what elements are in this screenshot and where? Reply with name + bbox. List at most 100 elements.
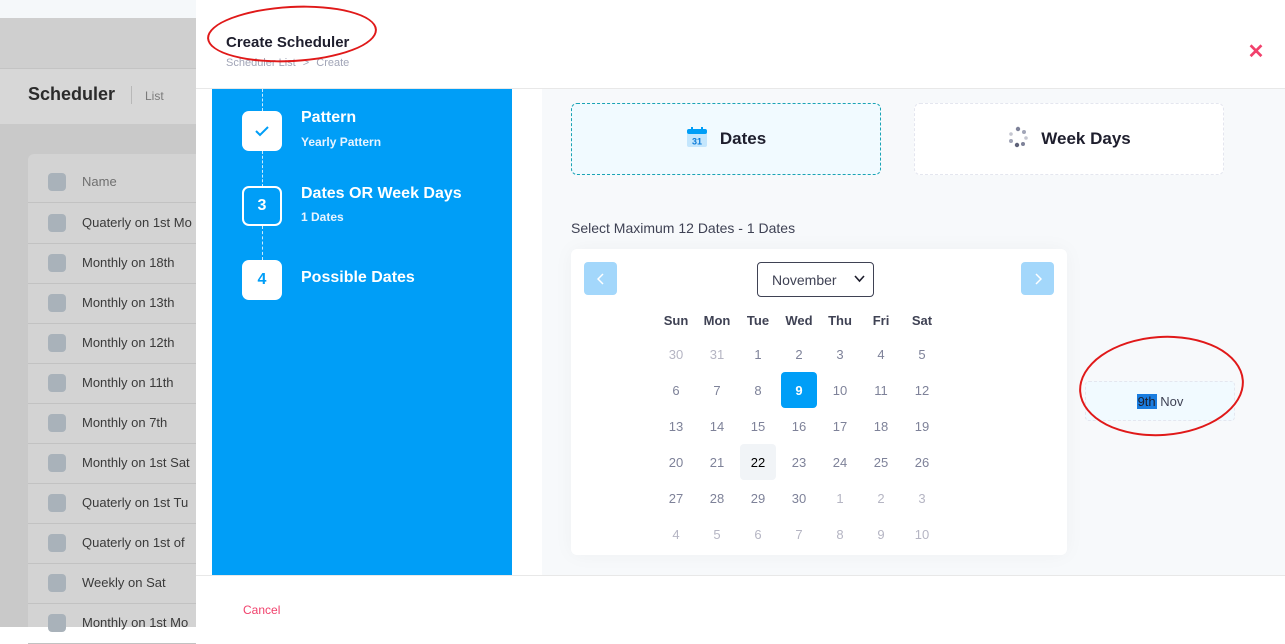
table-header-name: Name [82, 174, 117, 189]
row-checkbox [48, 494, 66, 512]
row-name: Quaterly on 1st Mo [82, 215, 192, 230]
background-topbar [0, 18, 196, 68]
row-name: Quaterly on 1st of [82, 535, 185, 550]
close-icon[interactable]: ✕ [1246, 42, 1266, 62]
calendar-day[interactable]: 30 [658, 336, 694, 372]
row-name: Monthly on 18th [82, 255, 175, 270]
calendar-day[interactable]: 17 [822, 408, 858, 444]
calendar-day[interactable]: 4 [863, 336, 899, 372]
calendar-day[interactable]: 2 [863, 480, 899, 516]
step-1-subtitle: Yearly Pattern [301, 135, 382, 149]
select-max-dates-label: Select Maximum 12 Dates - 1 Dates [571, 220, 796, 236]
calendar-day[interactable]: 16 [781, 408, 817, 444]
calendar-day-selected[interactable]: 9 [781, 372, 817, 408]
calendar-day[interactable]: 19 [904, 408, 940, 444]
calendar-day[interactable]: 26 [904, 444, 940, 480]
calendar-day[interactable]: 27 [658, 480, 694, 516]
cancel-button[interactable]: Cancel [243, 603, 280, 617]
modal-header: Create Scheduler Scheduler List > Create… [196, 0, 1285, 89]
row-checkbox [48, 414, 66, 432]
calendar-day[interactable]: 24 [822, 444, 858, 480]
calendar-day[interactable]: 15 [740, 408, 776, 444]
row-checkbox [48, 454, 66, 472]
calendar-day[interactable]: 7 [699, 372, 735, 408]
calendar-day[interactable]: 25 [863, 444, 899, 480]
row-name: Weekly on Sat [82, 575, 166, 590]
calendar-day[interactable]: 14 [699, 408, 735, 444]
weekday-header: Fri [872, 313, 890, 328]
calendar-day[interactable]: 3 [904, 480, 940, 516]
calendar-day[interactable]: 3 [822, 336, 858, 372]
background-divider [131, 86, 132, 104]
calendar-day[interactable]: 7 [781, 516, 817, 552]
step-connector [262, 151, 263, 187]
month-select-value: November [772, 271, 837, 288]
row-name: Monthly on 1st Sat [82, 455, 190, 470]
dates-option-card[interactable]: 31 Dates [571, 103, 881, 175]
calendar-day[interactable]: 6 [740, 516, 776, 552]
calendar-day[interactable]: 30 [781, 480, 817, 516]
background-table-row: Weekly on Sat [28, 563, 196, 604]
step-connector [262, 226, 263, 260]
breadcrumb-current: Create [316, 57, 350, 69]
chevron-down-icon [854, 272, 865, 286]
calendar-day[interactable]: 21 [699, 444, 735, 480]
previous-month-button[interactable] [584, 262, 617, 295]
row-checkbox [48, 173, 66, 191]
month-select[interactable]: November [757, 262, 874, 297]
breadcrumb-separator: > [302, 57, 310, 69]
row-name: Quaterly on 1st Tu [82, 495, 189, 510]
calendar-day[interactable]: 22 [740, 444, 776, 480]
weekdays-option-card[interactable]: Week Days [914, 103, 1224, 175]
step-1-check-icon [242, 111, 282, 151]
calendar-day[interactable]: 4 [658, 516, 694, 552]
background-table-header: Name [28, 162, 196, 203]
calendar-day[interactable]: 10 [904, 516, 940, 552]
calendar-day[interactable]: 23 [781, 444, 817, 480]
calendar-day[interactable]: 31 [699, 336, 735, 372]
background-table-row: Monthly on 12th [28, 323, 196, 364]
breadcrumb-parent[interactable]: Scheduler List [226, 57, 296, 69]
calendar-day[interactable]: 29 [740, 480, 776, 516]
row-checkbox [48, 334, 66, 352]
row-name: Monthly on 7th [82, 415, 168, 430]
step-1-title: Pattern [301, 109, 357, 126]
calendar-day[interactable]: 18 [863, 408, 899, 444]
background-breadcrumb: List [145, 89, 164, 103]
calendar-day[interactable]: 28 [699, 480, 735, 516]
row-name: Monthly on 12th [82, 335, 175, 350]
calendar-day[interactable]: 11 [863, 372, 899, 408]
calendar-day[interactable]: 20 [658, 444, 694, 480]
calendar-icon: 31 [686, 126, 708, 153]
calendar-day[interactable]: 2 [781, 336, 817, 372]
row-checkbox [48, 214, 66, 232]
background-table-row: Quaterly on 1st of [28, 523, 196, 564]
calendar-day[interactable]: 5 [904, 336, 940, 372]
calendar-day[interactable]: 1 [822, 480, 858, 516]
background-table-row: Monthly on 1st Mo [28, 603, 196, 644]
modal-breadcrumb: Scheduler List > Create [226, 57, 349, 69]
weekday-header: Sat [911, 313, 933, 328]
weekday-header: Wed [785, 313, 813, 328]
calendar-day[interactable]: 8 [740, 372, 776, 408]
calendar-day[interactable]: 10 [822, 372, 858, 408]
calendar-day[interactable]: 1 [740, 336, 776, 372]
calendar-icon-number: 31 [692, 136, 702, 146]
calendar-day[interactable]: 13 [658, 408, 694, 444]
date-picker: November Sun Mon Tue Wed Thu Fri Sat 30 31 1 2 3 4 5 6… [571, 249, 1067, 555]
row-checkbox [48, 254, 66, 272]
background-table-row: Monthly on 11th [28, 363, 196, 404]
background-table-row: Quaterly on 1st Mo [28, 203, 196, 244]
stepper-sidebar: Pattern Yearly Pattern 3 Dates OR Week D… [212, 89, 512, 575]
step-3-number: 4 [242, 260, 282, 300]
chevron-left-icon [596, 272, 604, 285]
row-checkbox [48, 534, 66, 552]
calendar-day[interactable]: 9 [863, 516, 899, 552]
next-month-button[interactable] [1021, 262, 1054, 295]
selected-date-chip[interactable]: 9th Nov [1085, 381, 1235, 421]
calendar-day[interactable]: 5 [699, 516, 735, 552]
calendar-day[interactable]: 12 [904, 372, 940, 408]
calendar-day[interactable]: 6 [658, 372, 694, 408]
calendar-day[interactable]: 8 [822, 516, 858, 552]
spinner-icon [1007, 126, 1029, 153]
